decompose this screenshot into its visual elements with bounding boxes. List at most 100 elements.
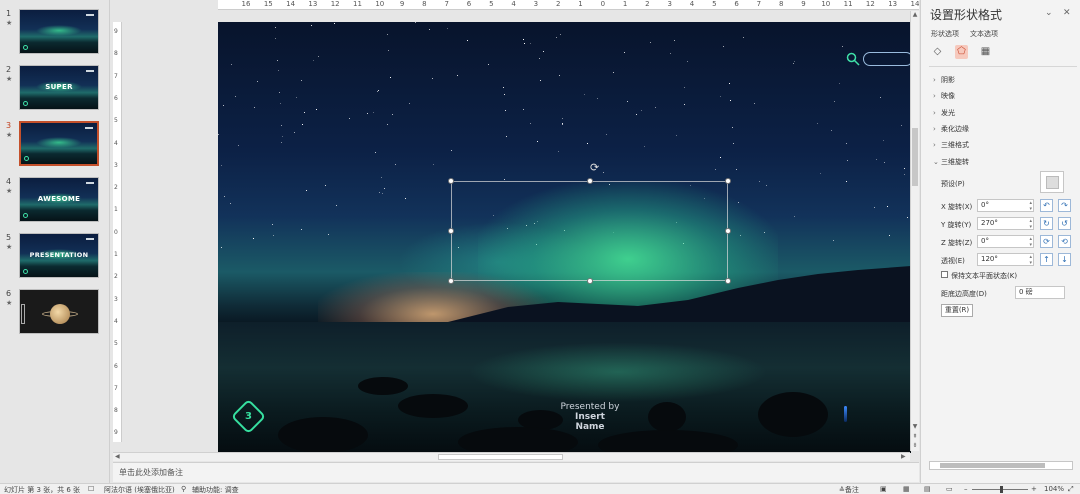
scroll-down-icon[interactable]: ▼: [911, 423, 919, 430]
rotate-down-icon[interactable]: ↺: [1058, 217, 1071, 230]
ruler-tick-label: 3: [533, 0, 539, 8]
accessibility-status[interactable]: 辅助功能: 调查: [192, 485, 239, 494]
next-slide-icon[interactable]: ⇟: [911, 442, 919, 449]
rotate-cw-icon[interactable]: ⟳: [1040, 235, 1053, 248]
tab-text-options[interactable]: 文本选项: [970, 29, 998, 39]
badge-icon: [23, 269, 28, 274]
z-rotation-label: Z 旋转(Z): [941, 239, 973, 247]
slide-thumbnail-5[interactable]: PRESENTATION: [19, 233, 99, 278]
rotate-ccw-icon[interactable]: ⟲: [1058, 235, 1071, 248]
notes-button[interactable]: ≙备注: [839, 485, 859, 494]
slide-thumbnail-3[interactable]: [19, 121, 99, 166]
slide-sorter-icon[interactable]: ▦: [903, 485, 910, 493]
section-3d-rotation[interactable]: ⌄ 三维旋转: [933, 157, 969, 167]
resize-handle[interactable]: [587, 178, 593, 184]
resize-handle[interactable]: [725, 278, 731, 284]
decrease-perspective-icon[interactable]: ↓: [1058, 253, 1071, 266]
ruler-tick-label: 7: [114, 384, 118, 392]
size-properties-icon[interactable]: ▦: [979, 45, 992, 59]
resize-handle[interactable]: [725, 178, 731, 184]
section-3d-format[interactable]: › 三维格式: [933, 140, 969, 150]
chevron-right-icon: ›: [933, 141, 936, 149]
language-status[interactable]: 阿法尔语 (埃塞俄比亚): [104, 485, 175, 494]
zoom-in-icon[interactable]: +: [1031, 485, 1037, 493]
slideshow-icon[interactable]: ▭: [946, 485, 953, 493]
ruler-tick-label: 4: [689, 0, 695, 8]
spellcheck-icon[interactable]: ☐: [88, 485, 94, 493]
thumbnail-row[interactable]: 4 ★ AWESOME: [0, 177, 110, 233]
keep-text-flat-checkbox[interactable]: [941, 271, 948, 278]
accessibility-icon[interactable]: ⚲: [181, 485, 186, 493]
fit-to-window-icon[interactable]: ⤢: [1068, 485, 1074, 494]
z-rotation-input[interactable]: 0° ▴ ▾: [977, 235, 1034, 248]
resize-handle[interactable]: [587, 278, 593, 284]
chevron-down-icon[interactable]: ⌄: [1045, 8, 1053, 18]
chevron-right-icon: ›: [933, 92, 936, 100]
thumbnail-row[interactable]: 5 ★ PRESENTATION: [0, 233, 110, 289]
slide-thumbnail-1[interactable]: [19, 9, 99, 54]
zoom-slider-knob[interactable]: [1000, 486, 1003, 493]
normal-view-icon[interactable]: ▣: [880, 485, 887, 493]
increase-perspective-icon[interactable]: ↑: [1040, 253, 1053, 266]
scroll-up-icon[interactable]: ▲: [911, 11, 919, 18]
ruler-tick-label: 8: [778, 0, 784, 8]
ruler-tick-label: 4: [114, 139, 118, 147]
current-slide[interactable]: 3 Presented by Insert Name ⟳: [218, 22, 911, 453]
y-rotation-label: Y 旋转(Y): [941, 221, 972, 229]
pane-horizontal-scrollbar[interactable]: [929, 461, 1073, 470]
section-shadow[interactable]: › 阴影: [933, 75, 955, 85]
ruler-tick-label: 2: [555, 0, 561, 8]
resize-handle[interactable]: [448, 278, 454, 284]
preset-label: 预设(P): [941, 180, 965, 188]
slide-thumbnail-6[interactable]: [19, 289, 99, 334]
reading-view-icon[interactable]: ▤: [924, 485, 931, 493]
y-rotation-input[interactable]: 270° ▴ ▾: [977, 217, 1034, 230]
slide-thumbnail-2[interactable]: SUPER: [19, 65, 99, 110]
ruler-tick-label: 5: [114, 340, 118, 348]
rotate-right-icon[interactable]: ↷: [1058, 199, 1071, 212]
close-icon[interactable]: ✕: [1063, 8, 1071, 18]
zoom-level[interactable]: 104%: [1044, 485, 1064, 493]
resize-handle[interactable]: [725, 228, 731, 234]
section-soft-edges[interactable]: › 柔化边缘: [933, 124, 969, 134]
resize-handle[interactable]: [448, 228, 454, 234]
thumbnail-row[interactable]: 2 ★ SUPER: [0, 65, 110, 121]
slide-thumbnail-4[interactable]: AWESOME: [19, 177, 99, 222]
slide-counter: 幻灯片 第 3 张，共 6 张: [4, 486, 81, 494]
preset-dropdown[interactable]: [1040, 171, 1064, 193]
effects-icon[interactable]: ⬠: [955, 45, 968, 59]
animation-star-icon: ★: [6, 75, 13, 83]
section-reflection[interactable]: › 映像: [933, 91, 955, 101]
reset-button[interactable]: 重置(R): [941, 304, 973, 317]
thumbnail-row[interactable]: 3 ★: [0, 121, 110, 177]
scroll-thumb[interactable]: [912, 128, 918, 186]
x-rotation-input[interactable]: 0° ▴ ▾: [977, 199, 1034, 212]
selected-shape[interactable]: [451, 181, 728, 281]
vertical-ruler: 9 8 7 6 5 4 3 2 1 0 1 2 3 4 5 6 7 8 9: [113, 22, 122, 442]
notes-pane[interactable]: 单击此处添加备注: [113, 462, 919, 482]
zoom-out-icon[interactable]: –: [964, 485, 968, 493]
thumbnail-row[interactable]: 1 ★: [0, 9, 110, 65]
resize-handle[interactable]: [448, 178, 454, 184]
rotate-up-icon[interactable]: ↻: [1040, 217, 1053, 230]
distance-input[interactable]: 0 磅: [1015, 286, 1065, 299]
thumbnail-row[interactable]: 6 ★: [0, 289, 110, 345]
rotate-left-icon[interactable]: ↶: [1040, 199, 1053, 212]
prev-slide-icon[interactable]: ⇞: [911, 433, 919, 440]
thumbnail-title: PRESENTATION: [29, 251, 89, 259]
perspective-input[interactable]: 120° ▴ ▾: [977, 253, 1034, 266]
scroll-right-icon[interactable]: ▶: [901, 453, 906, 460]
scroll-thumb[interactable]: [438, 454, 563, 460]
rotate-handle-icon[interactable]: ⟳: [590, 162, 601, 173]
tab-shape-options[interactable]: 形状选项: [931, 29, 959, 39]
presenter-text[interactable]: Presented by Insert Name: [550, 402, 630, 432]
section-glow[interactable]: › 发光: [933, 108, 955, 118]
ruler-tick-label: 8: [114, 407, 118, 415]
fill-line-icon[interactable]: ◇: [931, 45, 944, 59]
notes-placeholder[interactable]: 单击此处添加备注: [119, 467, 183, 478]
vertical-scrollbar[interactable]: ▲ ▼ ⇞ ⇟: [910, 11, 919, 451]
horizontal-scrollbar[interactable]: ◀ ▶: [113, 452, 910, 461]
search-icon: [846, 52, 860, 66]
ruler-tick-label: 14: [910, 0, 919, 8]
scroll-left-icon[interactable]: ◀: [115, 453, 120, 460]
